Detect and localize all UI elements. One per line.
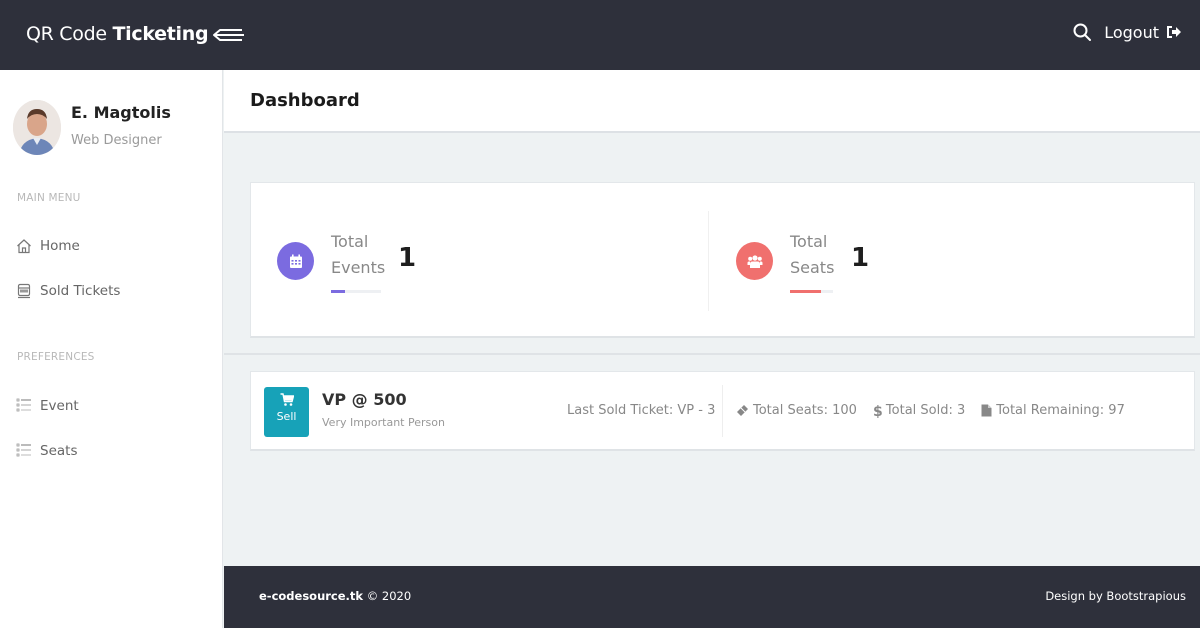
stat-label-line1: Total bbox=[790, 232, 828, 251]
stat-value: 1 bbox=[851, 243, 870, 273]
brand-light-text: QR Code bbox=[26, 23, 113, 45]
total-sold-stat: $ Total Sold: 3 bbox=[873, 403, 965, 418]
sidebar-item-label: Home bbox=[40, 238, 80, 254]
logout-label: Logout bbox=[1104, 22, 1159, 42]
top-navbar: QR Code Ticketing Logout bbox=[0, 0, 1200, 70]
footer-site-link[interactable]: e-codesource.tk bbox=[259, 589, 363, 603]
total-seats-stat: Total Seats: 100 bbox=[736, 403, 857, 418]
sidebar-item-home[interactable]: Home bbox=[16, 238, 80, 254]
svg-text:$: $ bbox=[873, 404, 882, 418]
sell-button[interactable]: Sell bbox=[264, 387, 309, 437]
stat-label-line2: Events bbox=[331, 258, 386, 277]
home-icon bbox=[17, 239, 31, 254]
stat-label: Total Events bbox=[331, 229, 385, 281]
file-icon bbox=[981, 404, 992, 417]
stat-progress-fill bbox=[331, 290, 345, 293]
sidebar-item-label: Event bbox=[40, 398, 79, 414]
list-icon bbox=[16, 398, 31, 412]
stat-label-line2: Seats bbox=[790, 258, 835, 277]
section-divider bbox=[224, 353, 1200, 355]
top-right-actions: Logout bbox=[1072, 22, 1182, 42]
list-icon bbox=[16, 443, 31, 457]
shopping-cart-icon bbox=[280, 393, 294, 406]
stat-label: Total Seats bbox=[790, 229, 834, 281]
sidebar-item-label: Seats bbox=[40, 443, 78, 459]
footer: e-codesource.tk © 2020 Design by Bootstr… bbox=[224, 566, 1200, 628]
user-role: Web Designer bbox=[71, 133, 162, 148]
stat-label-line1: Total bbox=[331, 232, 369, 251]
sell-label: Sell bbox=[276, 410, 297, 423]
ticket-name: VP @ 500 bbox=[322, 390, 407, 409]
user-name: E. Magtolis bbox=[71, 103, 171, 122]
sign-out-icon bbox=[1167, 26, 1181, 38]
total-remaining-text: Total Remaining: 97 bbox=[996, 403, 1125, 418]
stat-progress-fill bbox=[790, 290, 821, 293]
sidebar-item-label: Sold Tickets bbox=[40, 283, 121, 299]
total-sold-text: Total Sold: 3 bbox=[885, 403, 966, 418]
stat-progress-bar bbox=[790, 290, 833, 293]
users-icon bbox=[747, 254, 762, 268]
avatar bbox=[13, 100, 61, 155]
footer-copyright-year: © 2020 bbox=[363, 589, 412, 603]
brand-bold-text: Ticketing bbox=[112, 23, 209, 45]
sidebar-item-event[interactable]: Event bbox=[16, 398, 79, 414]
train-icon bbox=[17, 283, 31, 299]
last-sold-ticket: Last Sold Ticket: VP - 3 bbox=[567, 403, 716, 418]
stat-icon-bg bbox=[736, 242, 773, 280]
dollar-icon: $ bbox=[873, 404, 882, 418]
page-header: Dashboard bbox=[224, 70, 1200, 133]
stat-icon-bg bbox=[277, 242, 314, 280]
footer-copyright: e-codesource.tk © 2020 bbox=[259, 589, 411, 603]
stat-total-events: Total Events 1 bbox=[251, 183, 708, 339]
total-seats-text: Total Seats: 100 bbox=[753, 403, 857, 418]
section-label-preferences: PREFERENCES bbox=[17, 351, 95, 363]
sidebar-item-sold-tickets[interactable]: Sold Tickets bbox=[16, 283, 120, 299]
stat-progress-bar bbox=[331, 290, 381, 293]
ticket-stats: Total Seats: 100 $ Total Sold: 3 Total R… bbox=[736, 403, 1141, 418]
search-icon[interactable] bbox=[1072, 22, 1092, 42]
ticket-card: Sell VP @ 500 Very Important Person Last… bbox=[250, 371, 1195, 451]
ticket-description: Very Important Person bbox=[322, 416, 445, 429]
menu-toggle-icon[interactable] bbox=[212, 26, 246, 44]
footer-credit[interactable]: Design by Bootstrapious bbox=[1045, 589, 1186, 603]
section-label-main-menu: MAIN MENU bbox=[17, 192, 81, 204]
total-remaining-stat: Total Remaining: 97 bbox=[981, 403, 1125, 418]
logout-button[interactable]: Logout bbox=[1104, 23, 1182, 42]
stat-total-seats: Total Seats 1 bbox=[709, 183, 1195, 339]
brand-logo[interactable]: QR Code Ticketing bbox=[26, 23, 209, 45]
ticket-divider bbox=[722, 385, 723, 437]
sidebar: E. Magtolis Web Designer MAIN MENU Home … bbox=[0, 70, 223, 628]
calendar-icon bbox=[289, 254, 302, 268]
stat-value: 1 bbox=[398, 243, 417, 273]
stats-card: Total Events 1 Total Seats 1 bbox=[250, 182, 1195, 338]
page-title: Dashboard bbox=[250, 90, 360, 111]
ticket-icon bbox=[737, 405, 748, 416]
sidebar-item-seats[interactable]: Seats bbox=[16, 443, 77, 459]
